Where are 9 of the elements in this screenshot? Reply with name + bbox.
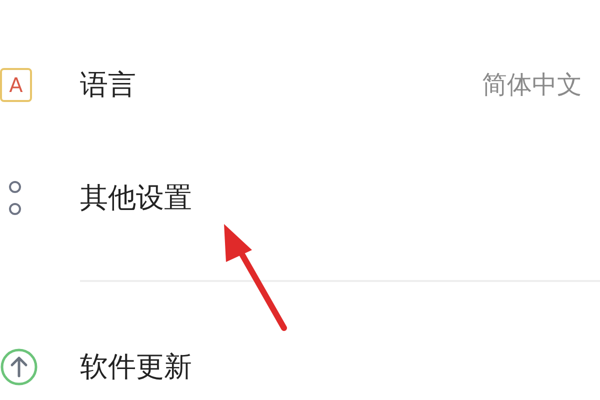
dots-icon bbox=[8, 180, 22, 216]
setting-label: 语言 bbox=[80, 66, 137, 102]
setting-value: 简体中文 bbox=[482, 69, 582, 101]
setting-label: 其他设置 bbox=[80, 180, 193, 216]
settings-row[interactable]: 软件更新 bbox=[0, 310, 600, 400]
settings-row[interactable]: 其他设置 bbox=[0, 141, 600, 254]
setting-label: 软件更新 bbox=[80, 348, 193, 384]
settings-row[interactable]: A 语言 简体中文 bbox=[0, 28, 600, 141]
language-icon: A bbox=[0, 68, 32, 102]
